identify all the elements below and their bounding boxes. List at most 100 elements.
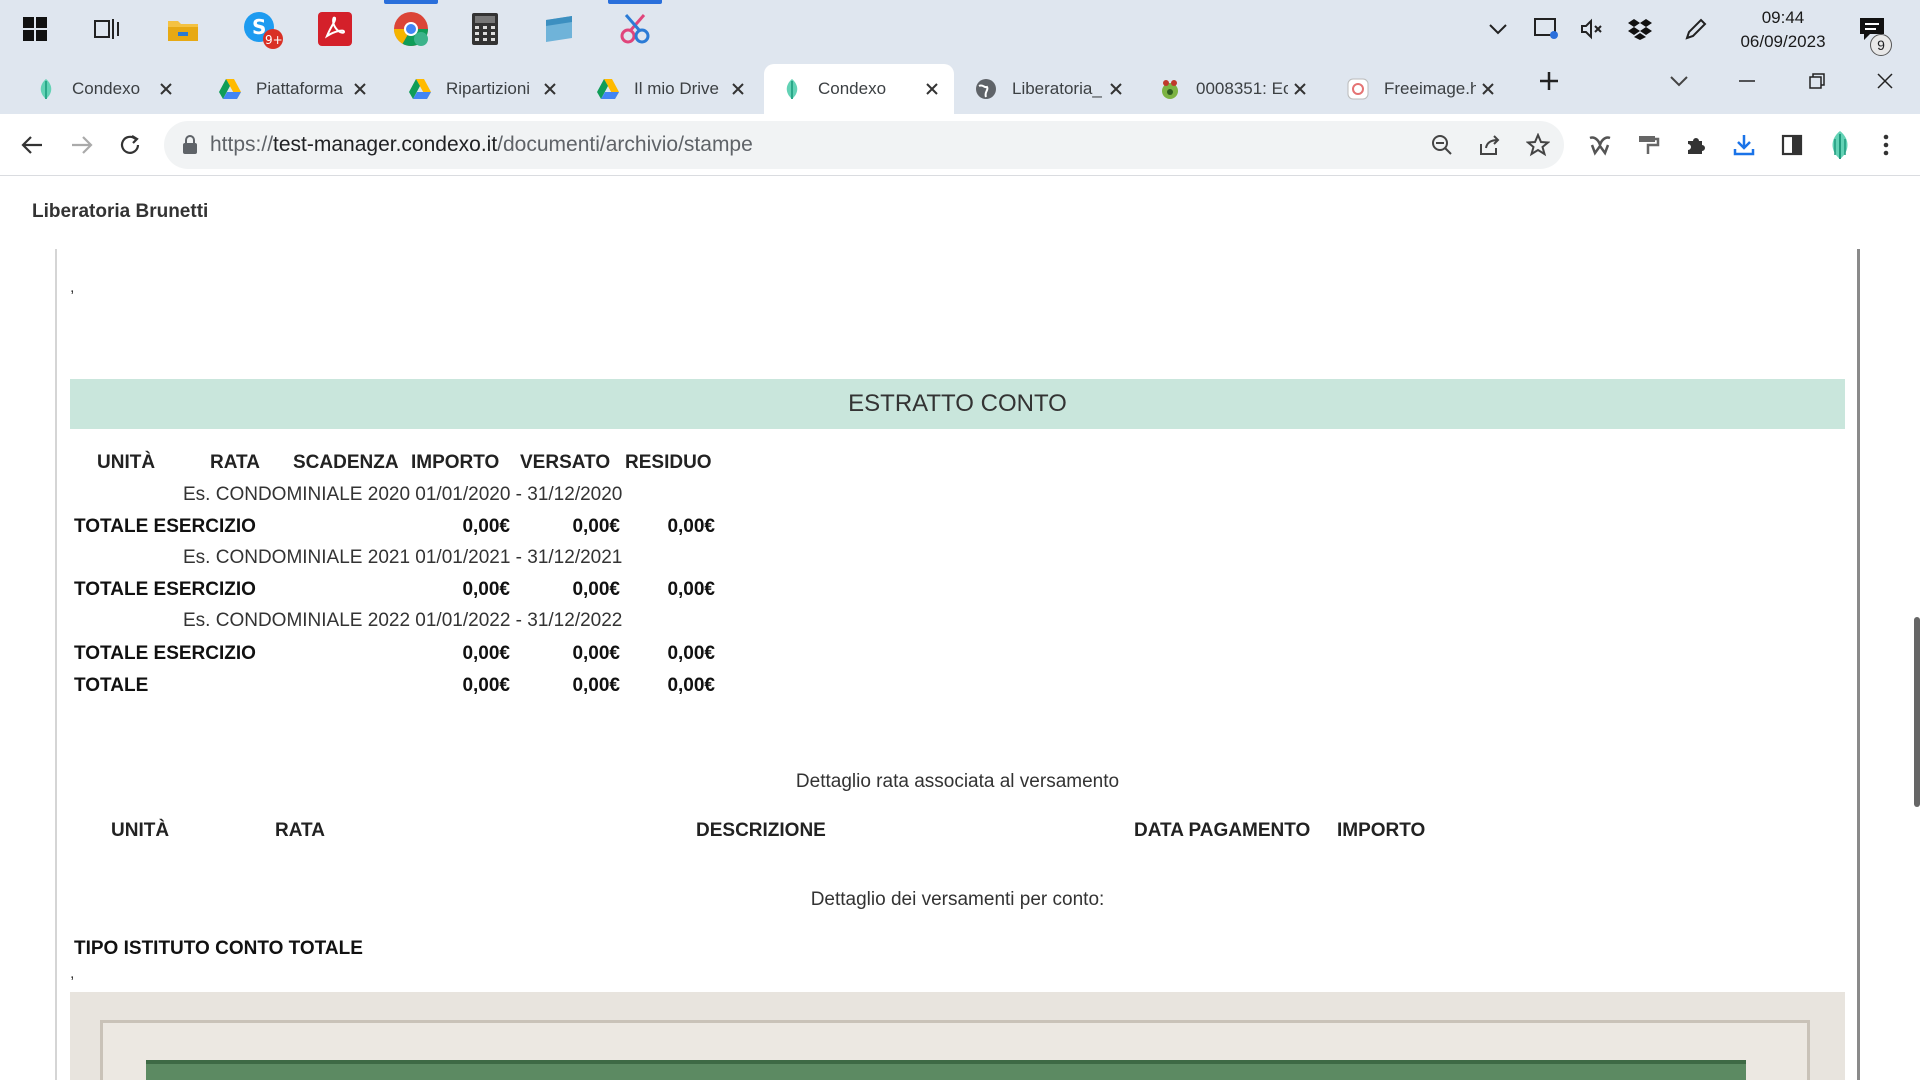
total-esercizio-label: TOTALE ESERCIZIO <box>74 516 256 537</box>
tab-title: Condexo <box>818 79 887 98</box>
grand-total-label: TOTALE <box>74 675 149 696</box>
skype-icon[interactable]: S 9+ <box>228 0 298 58</box>
total-importo-value: 0,00€ <box>462 516 510 537</box>
tab-title: Liberatoria_ <box>1012 79 1102 98</box>
grand-total-residuo: 0,00€ <box>667 675 715 696</box>
page-content: Liberatoria Brunetti , ESTRATTO CONTO UN… <box>0 177 1920 1080</box>
volume-muted-icon[interactable] <box>1572 0 1612 58</box>
close-icon[interactable] <box>726 77 750 101</box>
browser-tab-strip: Condexo Piattaforma Ripartizioni Il mio … <box>0 58 1920 158</box>
total-esercizio-label: TOTALE ESERCIZIO <box>74 643 256 664</box>
pen-icon[interactable] <box>1676 0 1716 58</box>
tab-title: 0008351: Ec <box>1196 79 1288 98</box>
reload-icon[interactable] <box>110 125 150 165</box>
tab-liberatoria[interactable]: Liberatoria_ <box>958 64 1138 114</box>
detail-rata-title: Dettaglio rata associata al versamento <box>795 771 1120 792</box>
skype-badge: 9+ <box>265 33 283 47</box>
browser-toolbar: https://test-manager.condexo.it/document… <box>0 114 1920 176</box>
minimize-icon[interactable] <box>1712 58 1782 104</box>
condexo-icon <box>34 77 58 101</box>
profile-avatar-icon[interactable] <box>1824 129 1856 161</box>
tab-title: Ripartizioni <box>446 79 531 98</box>
back-arrow-icon[interactable] <box>12 125 52 165</box>
tab-ripartizioni[interactable]: Ripartizioni <box>392 64 572 114</box>
system-clock[interactable]: 09:44 06/09/2023 <box>1728 6 1838 54</box>
bug-icon <box>1158 77 1182 101</box>
tab-piattaforma[interactable]: Piattaforma <box>202 64 382 114</box>
bookmark-star-icon[interactable] <box>1522 129 1554 161</box>
lock-icon[interactable] <box>182 135 198 155</box>
tab-bug-0008351[interactable]: 0008351: Ec <box>1142 64 1322 114</box>
chrome-icon[interactable] <box>376 0 446 58</box>
freeimage-icon <box>1346 77 1370 101</box>
page-scrollbar-thumb[interactable] <box>1914 617 1920 807</box>
tray-overflow-chevron-icon[interactable] <box>1478 0 1518 58</box>
total-versato-value: 0,00€ <box>572 579 620 600</box>
display-settings-icon[interactable] <box>1526 0 1566 58</box>
new-tab-plus-icon[interactable] <box>1514 58 1584 104</box>
drive-icon <box>218 77 242 101</box>
condexo-icon <box>780 77 804 101</box>
total-importo-value: 0,00€ <box>462 579 510 600</box>
tab-title: Condexo <box>72 79 141 98</box>
tab-title: Freeimage.h <box>1384 79 1476 98</box>
url-host: test-manager.condexo.it <box>273 133 498 156</box>
side-panel-icon[interactable] <box>1776 129 1808 161</box>
close-icon[interactable] <box>920 77 944 101</box>
exercise-label-2022: Es. CONDOMINIALE 2022 01/01/2022 - 31/12… <box>183 610 623 631</box>
drive-icon <box>408 77 432 101</box>
snipping-tool-icon[interactable] <box>600 0 670 58</box>
download-icon[interactable] <box>1728 129 1760 161</box>
share-icon[interactable] <box>1474 129 1506 161</box>
detail-header-data-pagamento: DATA PAGAMENTO <box>1134 820 1311 841</box>
close-icon[interactable] <box>538 77 562 101</box>
chrome-menu-icon[interactable] <box>1870 129 1902 161</box>
close-icon[interactable] <box>1104 77 1128 101</box>
header-scadenza: SCADENZA <box>293 452 399 473</box>
tipo-istituto-header: TIPO ISTITUTO CONTO TOTALE <box>74 938 363 959</box>
header-unita: UNITÀ <box>97 452 156 473</box>
drive-icon <box>596 77 620 101</box>
tab-title: Il mio Drive <box>634 79 720 98</box>
windows-start-icon[interactable] <box>0 0 70 58</box>
tab-search-chevron-icon[interactable] <box>1644 58 1714 104</box>
estratto-conto-title: ESTRATTO CONTO <box>70 379 1845 429</box>
windows-taskbar: S 9+ 09:44 06/09/2023 9 <box>0 0 1920 58</box>
extensions-puzzle-icon[interactable] <box>1680 129 1712 161</box>
acrobat-icon[interactable] <box>300 0 370 58</box>
url-path: /documenti/archivio/stampe <box>497 133 753 156</box>
image-banknote-strip <box>146 1060 1746 1080</box>
forward-arrow-icon[interactable] <box>62 125 102 165</box>
exercise-label-2021: Es. CONDOMINIALE 2021 01/01/2021 - 31/12… <box>183 547 623 568</box>
embedded-document-image <box>70 992 1845 1080</box>
total-residuo-value: 0,00€ <box>667 643 715 664</box>
detail-header-descrizione: DESCRIZIONE <box>696 820 826 841</box>
notes-icon[interactable] <box>524 0 594 58</box>
header-versato: VERSATO <box>520 452 611 473</box>
close-icon[interactable] <box>1476 77 1500 101</box>
calculator-icon[interactable] <box>450 0 520 58</box>
total-esercizio-label: TOTALE ESERCIZIO <box>74 579 256 600</box>
tab-condexo-1[interactable]: Condexo <box>18 64 188 114</box>
file-explorer-icon[interactable] <box>148 0 218 58</box>
total-residuo-value: 0,00€ <box>667 579 715 600</box>
tab-freeimage[interactable]: Freeimage.h <box>1330 64 1510 114</box>
header-rata: RATA <box>210 452 260 473</box>
tab-condexo-active[interactable]: Condexo <box>764 64 954 114</box>
tab-title: Piattaforma <box>256 79 343 98</box>
task-view-icon[interactable] <box>72 0 142 58</box>
zoom-icon[interactable] <box>1426 129 1458 161</box>
grand-total-versato: 0,00€ <box>572 675 620 696</box>
address-bar[interactable]: https://test-manager.condexo.it/document… <box>164 121 1564 169</box>
tab-il-mio-drive[interactable]: Il mio Drive <box>580 64 760 114</box>
header-importo: IMPORTO <box>411 452 500 473</box>
dropbox-icon[interactable] <box>1620 0 1660 58</box>
extension-wappalyzer-icon[interactable] <box>1584 129 1616 161</box>
detail-header-rata: RATA <box>275 820 325 841</box>
close-icon[interactable] <box>348 77 372 101</box>
close-window-icon[interactable] <box>1850 58 1920 104</box>
close-icon[interactable] <box>1288 77 1312 101</box>
close-icon[interactable] <box>154 77 178 101</box>
extension-paint-roller-icon[interactable] <box>1632 129 1664 161</box>
restore-icon[interactable] <box>1782 58 1852 104</box>
